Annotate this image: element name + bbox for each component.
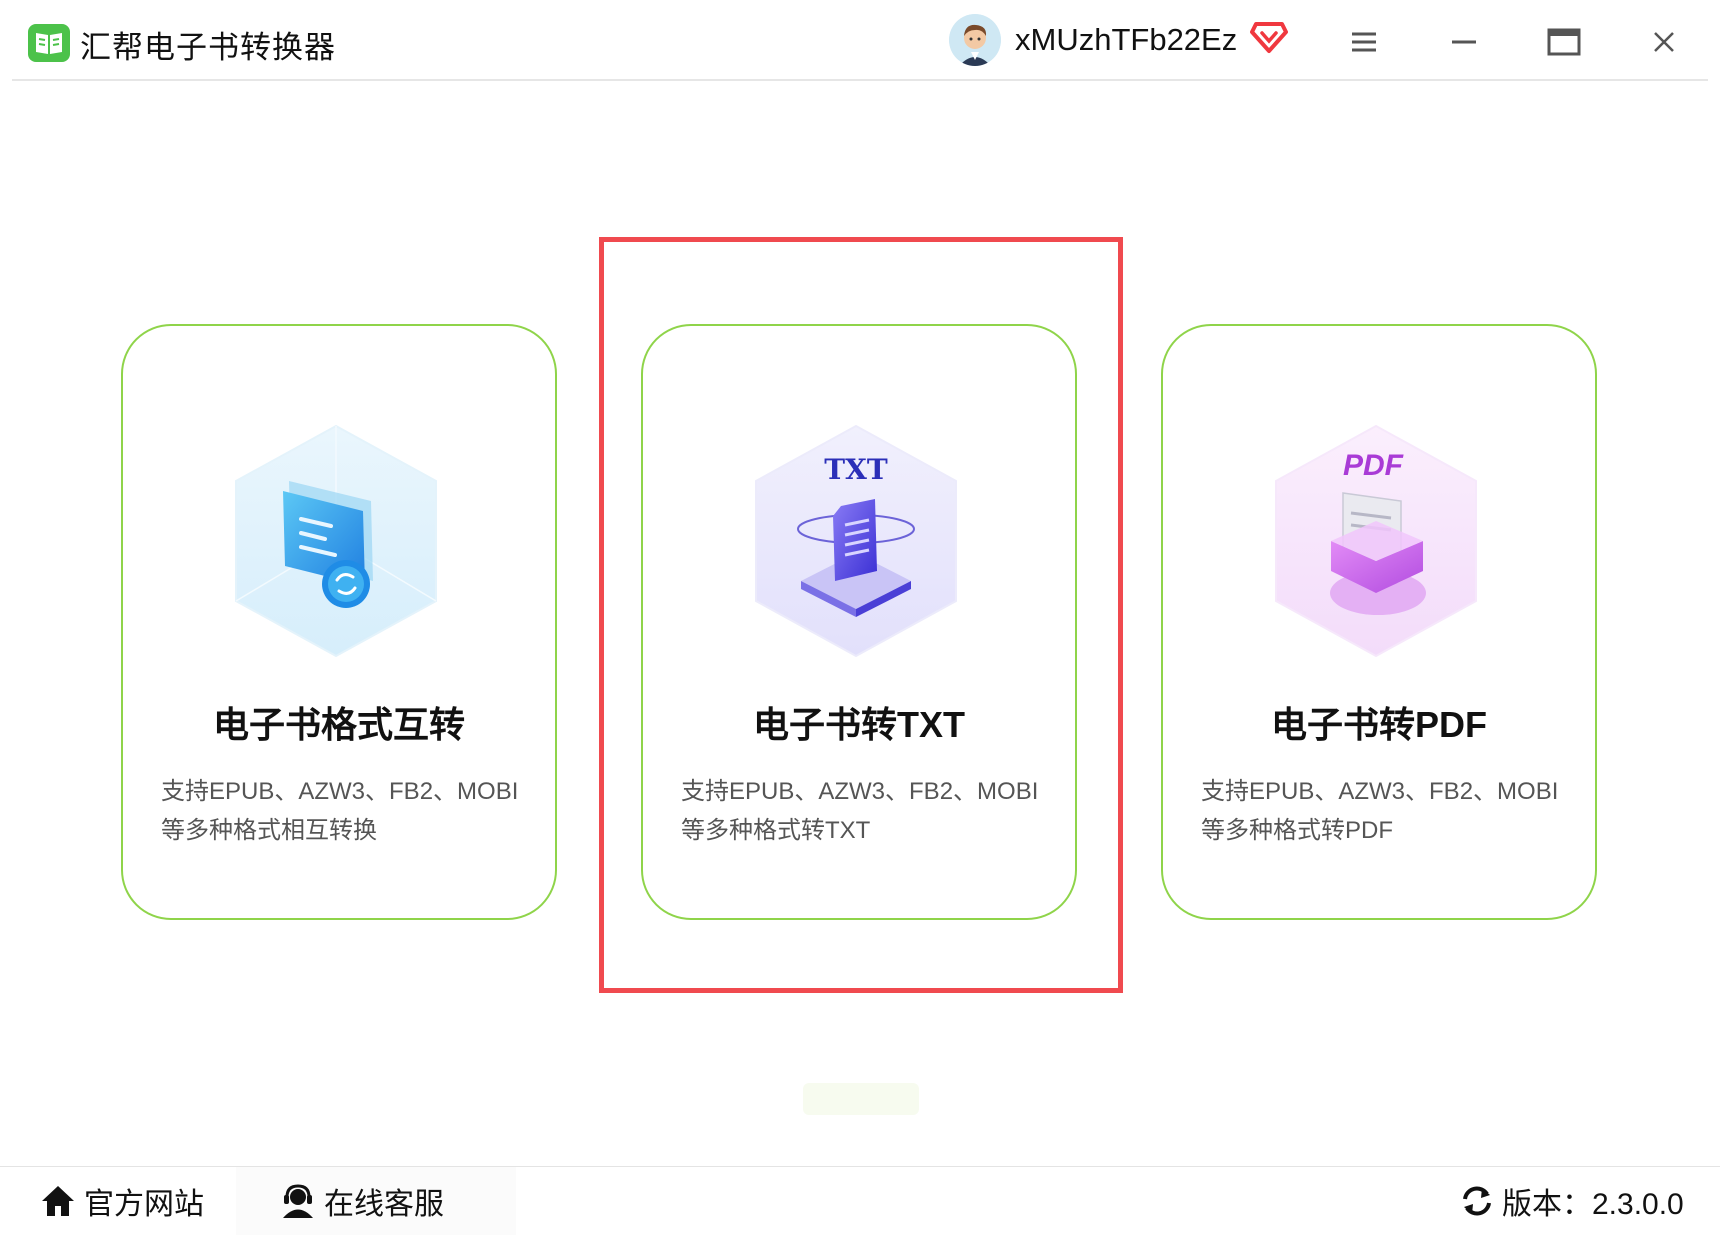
- card-title: 电子书格式互转: [212, 704, 465, 745]
- card-desc-line: 等多种格式转PDF: [1201, 817, 1393, 844]
- home-icon: [42, 1186, 74, 1216]
- menu-icon[interactable]: [1341, 20, 1387, 64]
- txt-badge: TXT: [824, 453, 888, 486]
- card-title: 电子书转TXT: [753, 704, 965, 745]
- card-description: 支持EPUB、AZW3、FB2、MOBI 等多种格式相互转换: [161, 772, 525, 850]
- card-desc-line: 等多种格式转TXT: [681, 817, 871, 844]
- faint-placeholder-button: [803, 1083, 919, 1115]
- avatar[interactable]: [949, 14, 1001, 66]
- txt-document-icon: TXT: [751, 421, 961, 661]
- app-title: 汇帮电子书转换器: [80, 30, 336, 65]
- card-ebook-to-pdf[interactable]: PDF 电子书转PDF 支持EPUB、AZW3、FB2、MOBI 等多种格式转P…: [1161, 324, 1597, 920]
- card-desc-line: 支持EPUB、AZW3、FB2、MOBI: [161, 778, 519, 805]
- book-logo-icon: [28, 24, 70, 62]
- card-desc-line: 支持EPUB、AZW3、FB2、MOBI: [681, 778, 1039, 805]
- card-ebook-to-txt[interactable]: TXT 电子书转TXT 支持EPUB、AZW3、FB2、MOBI 等多种格式转T…: [641, 324, 1077, 920]
- maximize-icon[interactable]: [1541, 20, 1587, 64]
- vip-diamond-icon[interactable]: [1250, 20, 1288, 59]
- title-bar: 汇帮电子书转换器 xMUzhTFb22Ez: [0, 0, 1720, 81]
- close-icon[interactable]: [1641, 20, 1687, 64]
- ebook-convert-icon: [231, 421, 441, 661]
- pdf-tray-icon: PDF: [1271, 421, 1481, 661]
- card-description: 支持EPUB、AZW3、FB2、MOBI 等多种格式转TXT: [681, 772, 1045, 850]
- pdf-badge: PDF: [1343, 449, 1404, 482]
- title-divider: [12, 79, 1708, 81]
- card-title: 电子书转PDF: [1270, 704, 1487, 745]
- card-description: 支持EPUB、AZW3、FB2、MOBI 等多种格式转PDF: [1201, 772, 1565, 850]
- username[interactable]: xMUzhTFb22Ez: [1015, 22, 1237, 58]
- online-support-label: 在线客服: [324, 1188, 444, 1221]
- official-website-link[interactable]: 官方网站: [40, 1179, 204, 1223]
- online-support-link[interactable]: 在线客服: [280, 1179, 444, 1223]
- card-desc-line: 支持EPUB、AZW3、FB2、MOBI: [1201, 778, 1559, 805]
- customer-service-icon: [283, 1184, 313, 1218]
- card-ebook-format-convert[interactable]: 电子书格式互转 支持EPUB、AZW3、FB2、MOBI 等多种格式相互转换: [121, 324, 557, 920]
- refresh-icon: [1463, 1186, 1491, 1216]
- minimize-icon[interactable]: [1441, 20, 1487, 64]
- version-update[interactable]: 版本：2.3.0.0: [1460, 1179, 1684, 1223]
- footer-bar: 官方网站 在线客服 版本：2.3.0.0: [0, 1166, 1720, 1235]
- official-website-label: 官方网站: [84, 1188, 204, 1221]
- version-label: 版本：2.3.0.0: [1502, 1188, 1684, 1221]
- card-desc-line: 等多种格式相互转换: [161, 817, 377, 844]
